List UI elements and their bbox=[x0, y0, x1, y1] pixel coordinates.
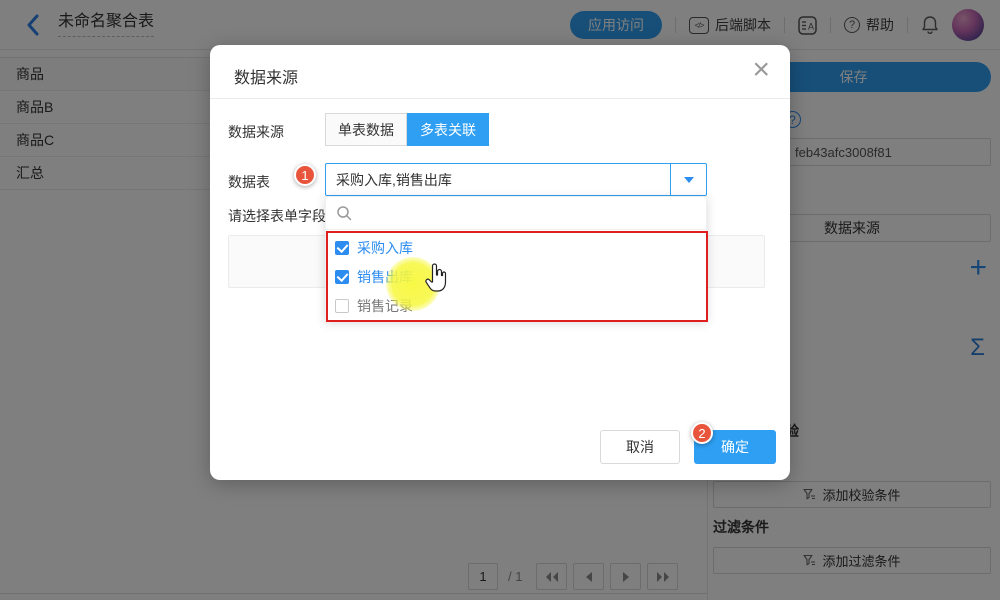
select-caret-button[interactable] bbox=[670, 164, 706, 195]
tab-multi-table[interactable]: 多表关联 bbox=[407, 113, 489, 146]
dropdown-search[interactable] bbox=[326, 197, 706, 230]
data-source-modal: 数据来源 × 数据来源 单表数据 多表关联 数据表 采购入库,销售出库 请选择表… bbox=[210, 45, 790, 480]
tab-single-table[interactable]: 单表数据 bbox=[325, 113, 407, 146]
dropdown-item-sales-outbound[interactable]: 销售出库 bbox=[326, 262, 706, 291]
dropdown-item-label: 采购入库 bbox=[357, 239, 413, 256]
table-dropdown-panel: 采购入库 销售出库 销售记录 bbox=[325, 196, 708, 322]
app-root: 未命名聚合表 应用访问 </> 后端脚本 A ? 帮助 bbox=[0, 0, 1000, 600]
checkbox-checked-icon[interactable] bbox=[335, 269, 349, 284]
close-icon[interactable]: × bbox=[752, 55, 770, 85]
table-row-label: 数据表 bbox=[228, 174, 270, 190]
field-row-label: 请选择表单字段 bbox=[228, 208, 326, 224]
checkbox-checked-icon[interactable] bbox=[335, 240, 349, 255]
step-2-badge: 2 bbox=[691, 422, 713, 444]
dropdown-list: 采购入库 销售出库 销售记录 bbox=[326, 230, 706, 320]
divider bbox=[210, 98, 790, 99]
caret-down-icon bbox=[683, 176, 694, 183]
dropdown-item-label: 销售出库 bbox=[357, 268, 413, 285]
data-table-select[interactable]: 采购入库,销售出库 bbox=[325, 163, 707, 196]
modal-title: 数据来源 bbox=[234, 70, 299, 87]
search-icon bbox=[337, 206, 352, 221]
dropdown-item-purchase-inbound[interactable]: 采购入库 bbox=[326, 233, 706, 262]
cancel-button[interactable]: 取消 bbox=[600, 430, 680, 464]
dropdown-item-sales-record[interactable]: 销售记录 bbox=[326, 291, 706, 320]
source-row-label: 数据来源 bbox=[228, 124, 284, 140]
checkbox-unchecked-icon[interactable] bbox=[335, 298, 349, 313]
select-value: 采购入库,销售出库 bbox=[336, 171, 452, 188]
dropdown-item-label: 销售记录 bbox=[357, 297, 413, 314]
step-1-badge: 1 bbox=[294, 164, 316, 186]
source-type-tabs: 单表数据 多表关联 bbox=[325, 113, 489, 146]
